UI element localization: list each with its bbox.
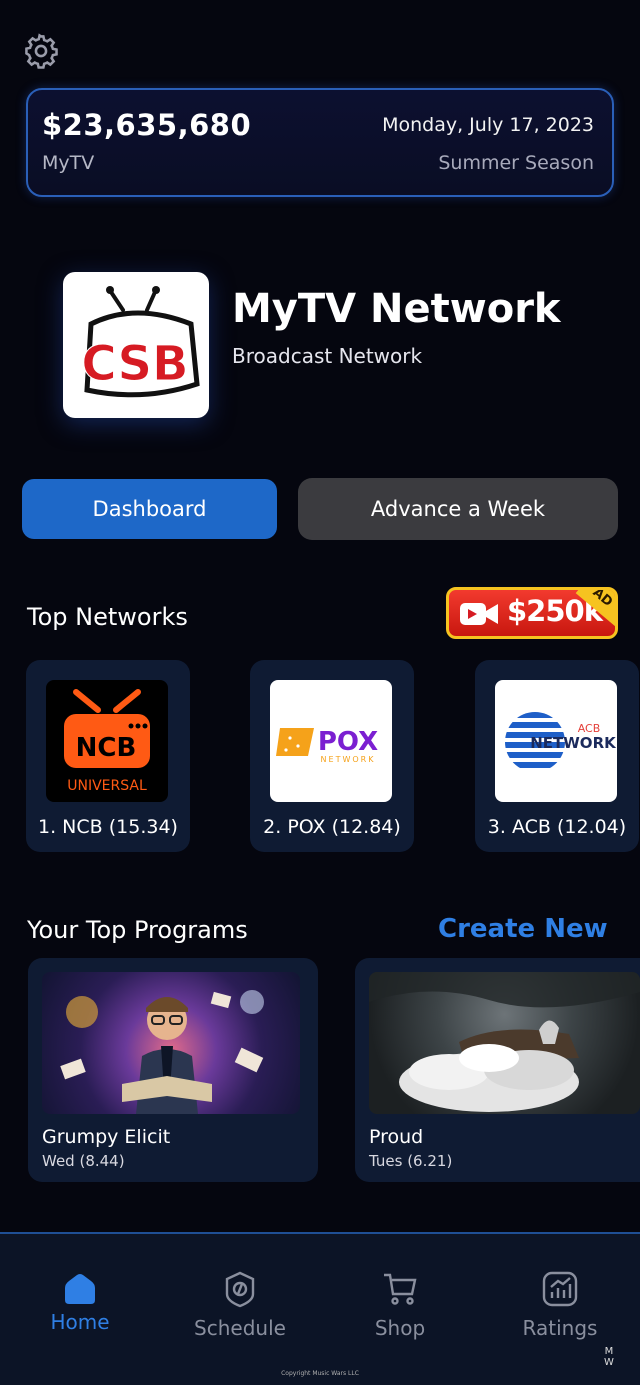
network-card[interactable]: POX NETWORK 2. POX (12.84) <box>250 660 414 852</box>
svg-text:POX: POX <box>318 727 378 757</box>
svg-text:NETWORK: NETWORK <box>321 755 376 764</box>
watch-ad-button[interactable]: $250k AD <box>446 587 618 639</box>
network-logo-acb: ACB NETWORK <box>495 680 617 802</box>
studio-mark: M W <box>604 1346 614 1368</box>
network-title: MyTV Network <box>232 286 561 332</box>
balance-amount: $23,635,680 <box>42 108 252 142</box>
home-icon <box>65 1274 95 1304</box>
status-card: $23,635,680 MyTV Monday, July 17, 2023 S… <box>26 88 614 197</box>
program-name: Proud <box>369 1126 424 1148</box>
network-rank-label: 2. POX (12.84) <box>263 816 401 838</box>
network-logo: CSB <box>63 272 209 418</box>
nav-home[interactable]: Home <box>0 1270 160 1334</box>
copyright-text: Copyright Music Wars LLC <box>281 1370 359 1377</box>
owner-name: MyTV <box>42 152 95 174</box>
nav-schedule[interactable]: Schedule <box>160 1270 320 1340</box>
tv-logo-icon: CSB <box>81 286 200 398</box>
cart-icon <box>384 1273 417 1305</box>
program-day-rating: Wed (8.44) <box>42 1152 125 1170</box>
program-day-rating: Tues (6.21) <box>369 1152 453 1170</box>
svg-text:NETWORK: NETWORK <box>530 734 617 752</box>
program-image <box>369 972 640 1114</box>
svg-text:CSB: CSB <box>81 336 188 392</box>
schedule-icon <box>225 1271 255 1308</box>
program-card[interactable]: Proud Tues (6.21) <box>355 958 640 1182</box>
svg-text:NCB: NCB <box>76 733 137 763</box>
ratings-chart-icon <box>542 1271 578 1307</box>
dashboard-button[interactable]: Dashboard <box>22 479 277 539</box>
network-logo-pox: POX NETWORK <box>270 680 392 802</box>
network-subtitle: Broadcast Network <box>232 344 423 368</box>
create-new-button[interactable]: Create New <box>438 914 608 944</box>
network-rank-label: 3. ACB (12.04) <box>487 816 627 838</box>
video-camera-icon <box>460 603 498 625</box>
bottom-nav-bar: Home Schedule Shop Ratings <box>0 1232 640 1385</box>
program-image <box>42 972 300 1114</box>
top-programs-heading: Your Top Programs <box>27 916 248 944</box>
settings-button[interactable] <box>22 32 60 70</box>
gear-icon <box>25 33 58 69</box>
program-name: Grumpy Elicit <box>42 1126 171 1148</box>
network-card[interactable]: NCB UNIVERSAL 1. NCB (15.34) <box>26 660 190 852</box>
top-networks-heading: Top Networks <box>27 603 188 631</box>
network-card[interactable]: ACB NETWORK 3. ACB (12.04) <box>475 660 639 852</box>
nav-ratings[interactable]: Ratings <box>480 1270 640 1340</box>
program-card[interactable]: Grumpy Elicit Wed (8.44) <box>28 958 318 1182</box>
advance-week-button[interactable]: Advance a Week <box>298 478 618 540</box>
current-season: Summer Season <box>438 152 594 174</box>
nav-shop[interactable]: Shop <box>320 1270 480 1340</box>
svg-text:UNIVERSAL: UNIVERSAL <box>67 778 147 794</box>
current-date: Monday, July 17, 2023 <box>382 114 594 136</box>
network-rank-label: 1. NCB (15.34) <box>38 816 178 838</box>
network-logo-ncb: NCB UNIVERSAL <box>46 680 168 802</box>
